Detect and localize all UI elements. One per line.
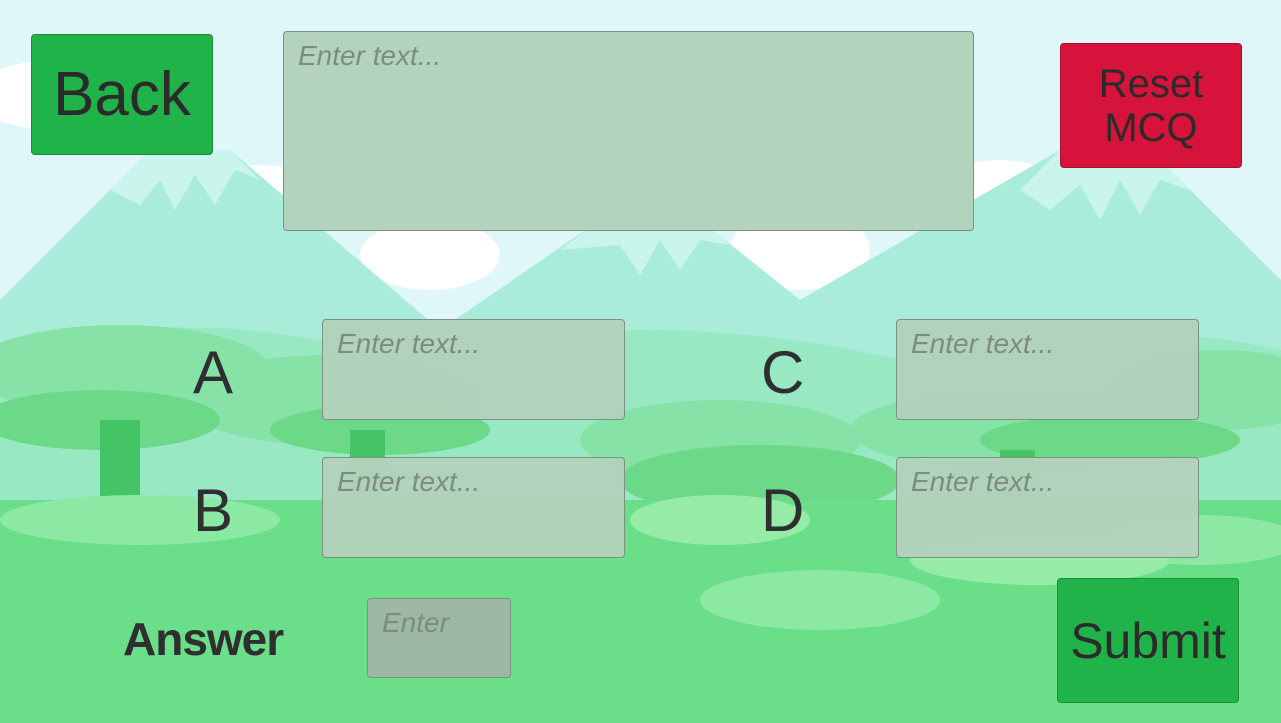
option-a-input[interactable]: Enter text... [322, 319, 625, 420]
answer-input[interactable]: Enter [367, 598, 511, 678]
option-d-input[interactable]: Enter text... [896, 457, 1199, 558]
option-b-input[interactable]: Enter text... [322, 457, 625, 558]
back-button[interactable]: Back [31, 34, 213, 155]
option-c-placeholder: Enter text... [911, 328, 1055, 359]
option-b-placeholder: Enter text... [337, 466, 481, 497]
reset-mcq-label-line1: Reset [1098, 61, 1204, 106]
question-input-placeholder: Enter text... [298, 40, 442, 71]
question-input[interactable]: Enter text... [283, 31, 974, 231]
game-screen: Back Enter text... Reset MCQ A B C D Ent… [0, 0, 1281, 723]
option-a-letter: A [193, 339, 234, 406]
reset-mcq-button[interactable]: Reset MCQ [1060, 43, 1242, 168]
option-a-placeholder: Enter text... [337, 328, 481, 359]
back-button-label: Back [53, 59, 191, 129]
option-b-letter: B [193, 477, 234, 544]
answer-input-placeholder: Enter [382, 607, 449, 638]
option-c-input[interactable]: Enter text... [896, 319, 1199, 420]
submit-button[interactable]: Submit [1057, 578, 1239, 703]
option-d-letter: D [761, 477, 805, 544]
option-d-placeholder: Enter text... [911, 466, 1055, 497]
reset-mcq-label-line2: MCQ [1104, 105, 1198, 150]
option-c-letter: C [761, 339, 805, 406]
answer-label: Answer [123, 613, 284, 665]
submit-button-label: Submit [1070, 612, 1226, 669]
